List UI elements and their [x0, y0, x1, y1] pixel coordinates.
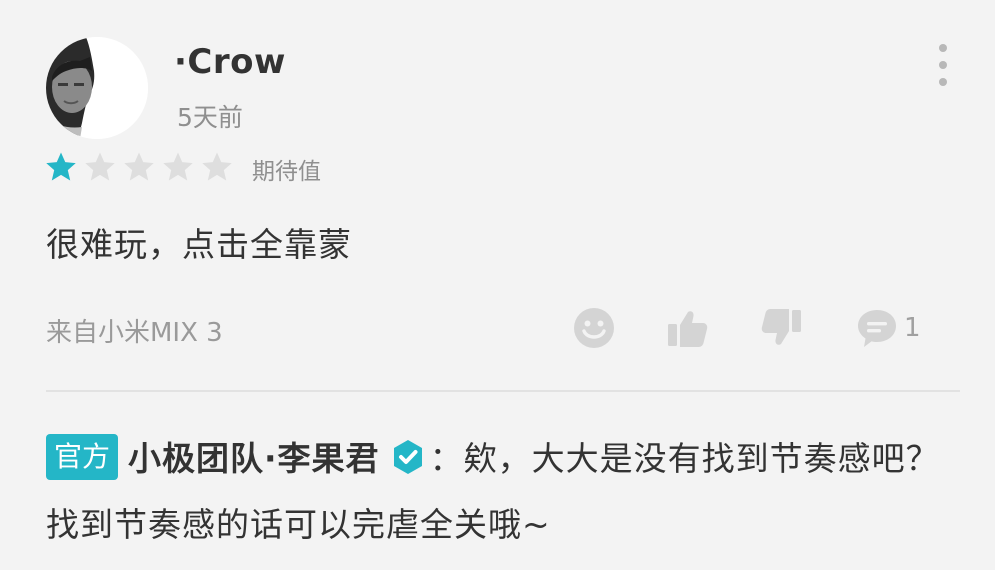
reply-author[interactable]: 小极团队·李果君 — [128, 439, 380, 478]
rating-label: 期待值 — [252, 159, 321, 185]
divider — [46, 390, 960, 392]
review-card: ·Crow 5天前 期待值 很难玩，点击全靠蒙 来自小米MIX 3 1 官方 小… — [0, 0, 995, 570]
comment-count: 1 — [904, 313, 921, 343]
star-empty-icon — [200, 150, 239, 186]
star-empty-icon — [161, 150, 200, 186]
dislike-button[interactable] — [761, 306, 803, 350]
star-rating — [44, 150, 239, 186]
verified-shield-icon — [390, 431, 426, 474]
device-source: 来自小米MIX 3 — [46, 318, 223, 348]
thumbs-up-icon — [668, 311, 708, 347]
smiley-icon — [574, 308, 614, 348]
more-options-icon[interactable] — [928, 44, 958, 86]
comment-icon — [858, 310, 896, 347]
review-text: 很难玩，点击全靠蒙 — [46, 225, 352, 264]
review-timestamp: 5天前 — [177, 103, 243, 132]
smiley-button[interactable] — [573, 306, 615, 350]
thumbs-down-icon — [761, 309, 801, 345]
official-reply: 官方 小极团队·李果君 ：欸，大大是没有找到节奏感吧？找到节奏感的话可以完虐全关哦… — [46, 426, 961, 558]
star-empty-icon — [122, 150, 161, 186]
username[interactable]: ·Crow — [174, 42, 286, 82]
like-button[interactable] — [666, 306, 708, 350]
star-empty-icon — [83, 150, 122, 186]
person-photo-avatar — [46, 37, 148, 139]
comment-button[interactable]: 1 — [856, 306, 921, 350]
avatar[interactable] — [46, 37, 148, 139]
star-filled-icon — [44, 150, 83, 186]
official-badge: 官方 — [46, 434, 119, 480]
